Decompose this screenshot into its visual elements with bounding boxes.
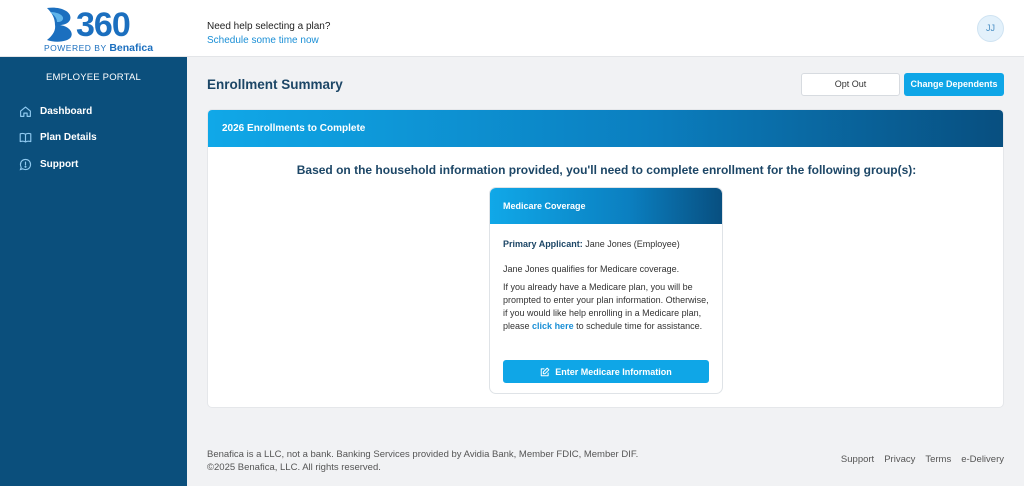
footer-links: Support Privacy Terms e-Delivery (841, 454, 1004, 465)
footer-line-2: ©2025 Benafica, LLC. All rights reserved… (207, 462, 381, 473)
footer-disclaimer: Benafica is a LLC, not a bank. Banking S… (207, 448, 638, 474)
opt-out-button[interactable]: Opt Out (801, 73, 900, 96)
enrollments-intro: Based on the household information provi… (296, 163, 917, 177)
sidebar: EMPLOYEE PORTAL Dashboard Plan Details S… (0, 57, 187, 486)
sidebar-item-plan-details[interactable]: Plan Details (19, 131, 97, 144)
logo-mark-icon (47, 7, 72, 42)
enrollments-card: 2026 Enrollments to Complete Based on th… (207, 109, 1004, 408)
medicare-card-header: Medicare Coverage (490, 188, 722, 224)
footer-link-terms[interactable]: Terms (925, 454, 951, 465)
help-circle-icon (19, 158, 32, 171)
instructions-text-end: to schedule time for assistance. (576, 321, 703, 331)
enter-medicare-label: Enter Medicare Information (555, 366, 672, 377)
logo-powered-text: POWERED BY (44, 43, 107, 53)
footer-link-support[interactable]: Support (841, 454, 874, 465)
edit-icon (540, 367, 550, 376)
sidebar-item-dashboard[interactable]: Dashboard (19, 105, 92, 118)
book-icon (19, 132, 32, 143)
help-prompt: Need help selecting a plan? Schedule som… (207, 20, 330, 48)
click-here-link[interactable]: click here (532, 321, 574, 331)
enter-medicare-information-button[interactable]: Enter Medicare Information (503, 360, 709, 383)
logo[interactable]: 360 POWERED BY Benafica (43, 6, 153, 54)
medicare-card-body: Primary Applicant: Jane Jones (Employee)… (490, 238, 722, 333)
enrollments-card-header: 2026 Enrollments to Complete (208, 110, 1003, 147)
sidebar-item-label: Dashboard (40, 106, 93, 117)
footer-line-1: Benafica is a LLC, not a bank. Banking S… (207, 449, 639, 460)
medicare-coverage-card: Medicare Coverage Primary Applicant: Jan… (489, 187, 723, 394)
sidebar-item-support[interactable]: Support (19, 158, 78, 171)
primary-applicant-label: Primary Applicant: (503, 239, 583, 249)
primary-applicant-value: Jane Jones (Employee) (585, 239, 680, 249)
home-icon (20, 106, 31, 117)
sidebar-item-label: Support (40, 159, 79, 170)
primary-applicant: Primary Applicant: Jane Jones (Employee) (503, 238, 709, 251)
logo-brand-text: Benafica (109, 42, 154, 54)
logo-number: 360 (76, 6, 131, 44)
help-question: Need help selecting a plan? (207, 21, 331, 32)
change-dependents-button[interactable]: Change Dependents (904, 73, 1004, 96)
top-header: 360 POWERED BY Benafica Need help select… (0, 0, 1024, 57)
logo-tagline: POWERED BY Benafica (44, 42, 153, 54)
page-title: Enrollment Summary (207, 77, 343, 92)
footer-link-e-delivery[interactable]: e-Delivery (961, 454, 1004, 465)
avatar[interactable]: JJ (977, 15, 1004, 42)
sidebar-item-label: Plan Details (40, 132, 97, 143)
footer-link-privacy[interactable]: Privacy (884, 454, 915, 465)
qualify-text: Jane Jones qualifies for Medicare covera… (503, 264, 680, 274)
medicare-instructions: If you already have a Medicare plan, you… (503, 281, 709, 333)
portal-label: EMPLOYEE PORTAL (45, 72, 142, 83)
schedule-link[interactable]: Schedule some time now (207, 34, 330, 48)
